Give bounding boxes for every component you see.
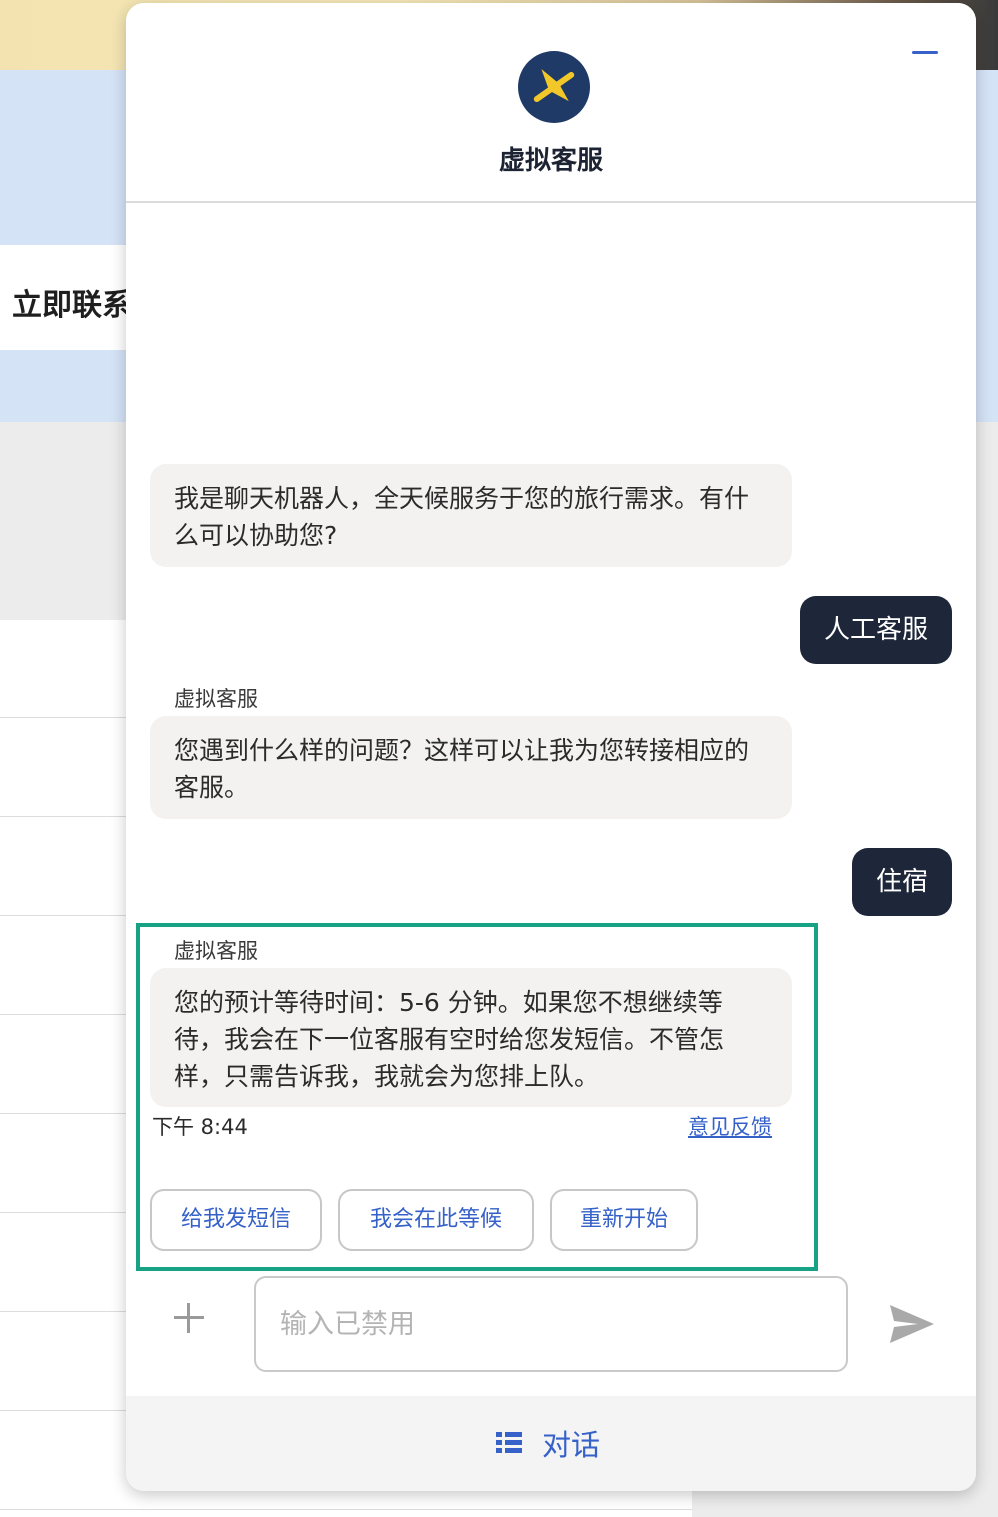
chat-panel: 虚拟客服 我是聊天机器人，全天候服务于您的旅行需求。有什么可以协助您? 人工客服… xyxy=(126,3,976,1491)
conversation-label: 对话 xyxy=(542,1428,601,1462)
message-sender: 虚拟客服 xyxy=(174,939,258,963)
message-input[interactable] xyxy=(254,1276,848,1372)
conversation-button[interactable]: 对话 xyxy=(496,1418,600,1468)
list-icon xyxy=(496,1432,522,1454)
expedia-logo-icon xyxy=(518,51,590,123)
minimize-icon[interactable] xyxy=(912,51,938,54)
background-list-divider xyxy=(0,1509,692,1510)
quick-reply-wait-here[interactable]: 我会在此等候 xyxy=(338,1189,534,1251)
quick-reply-send-sms[interactable]: 给我发短信 xyxy=(150,1189,322,1251)
user-message: 人工客服 xyxy=(799,596,952,664)
plus-icon[interactable] xyxy=(174,1303,204,1333)
chat-title: 虚拟客服 xyxy=(498,146,603,176)
background-heading: 立即联系 xyxy=(12,288,132,323)
quick-reply-restart[interactable]: 重新开始 xyxy=(550,1189,698,1251)
message-sender: 虚拟客服 xyxy=(174,687,258,711)
chat-footer: 对话 xyxy=(126,1396,976,1491)
feedback-link[interactable]: 意见反馈 xyxy=(688,1111,772,1141)
message-timestamp: 下午 8:44 xyxy=(152,1115,248,1139)
bot-message: 您的预计等待时间：5-6 分钟。如果您不想继续等待，我会在下一位客服有空时给您发… xyxy=(150,968,792,1107)
user-message: 住宿 xyxy=(851,848,952,916)
bot-message: 您遇到什么样的问题？这样可以让我为您转接相应的客服。 xyxy=(150,716,792,819)
chat-header: 虚拟客服 xyxy=(126,3,976,203)
bot-message: 我是聊天机器人，全天候服务于您的旅行需求。有什么可以协助您? xyxy=(150,464,792,567)
send-icon[interactable] xyxy=(890,1305,934,1343)
